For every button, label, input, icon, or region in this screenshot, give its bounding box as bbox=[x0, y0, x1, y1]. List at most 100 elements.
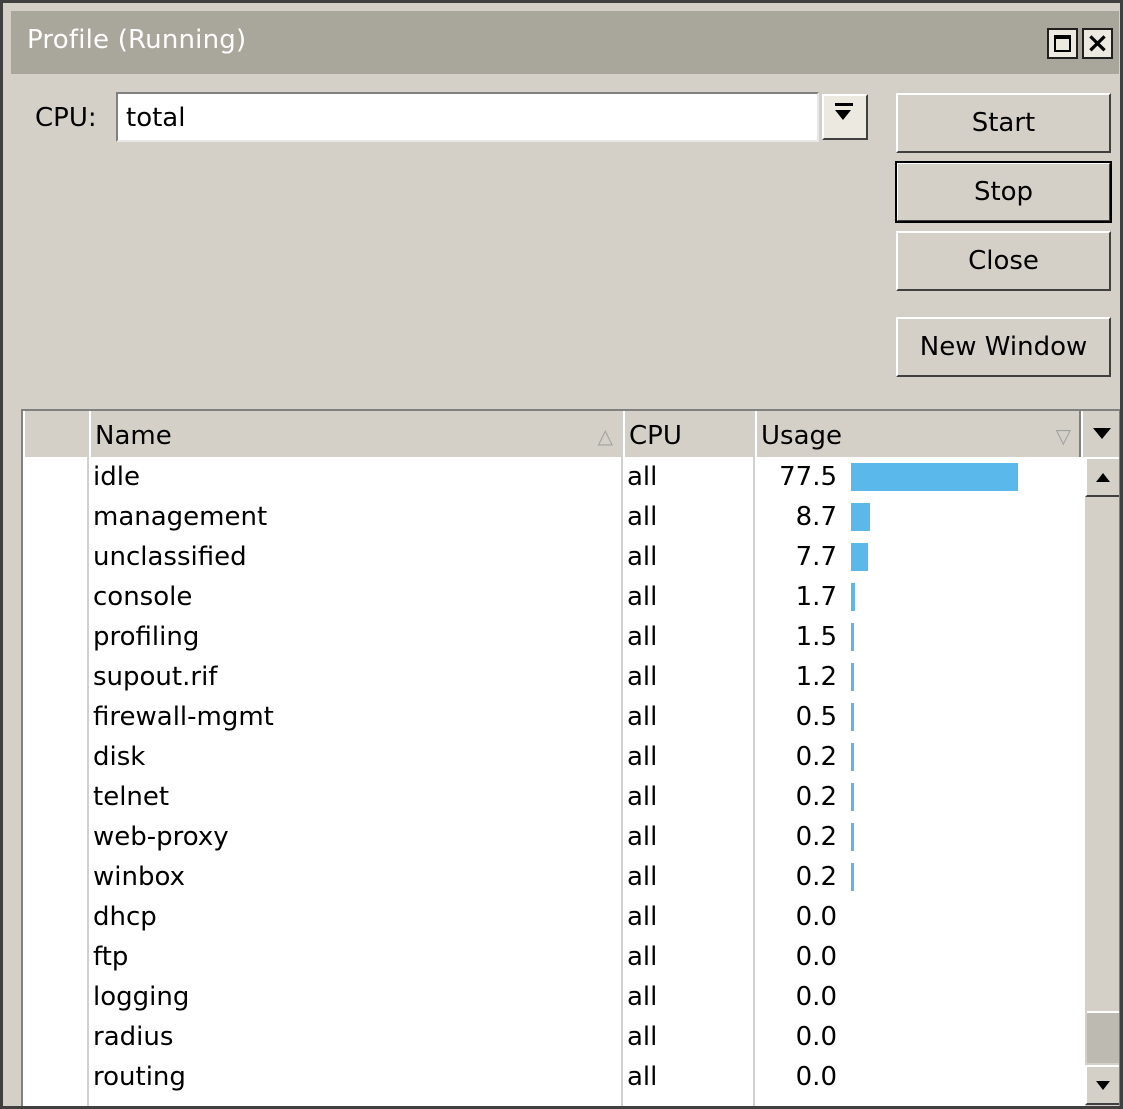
scroll-up-button[interactable] bbox=[1085, 457, 1119, 497]
scroll-down-button[interactable] bbox=[1085, 1065, 1119, 1105]
table-row[interactable]: routing all 0.0 bbox=[23, 1057, 1081, 1097]
profile-table: Name △ CPU Usage ▽ idle all 77.5 management… bbox=[21, 409, 1120, 1106]
maximize-button[interactable] bbox=[1047, 28, 1078, 59]
row-cpu: all bbox=[627, 582, 658, 612]
usage-bar bbox=[851, 543, 868, 571]
row-name: radius bbox=[93, 1022, 174, 1052]
row-usage: 0.0 bbox=[795, 902, 837, 932]
row-usage: 1.2 bbox=[795, 662, 837, 692]
cpu-select-field[interactable]: total bbox=[116, 92, 819, 142]
arrow-down-icon bbox=[1096, 1081, 1110, 1090]
row-name: profiling bbox=[93, 622, 200, 652]
row-name: winbox bbox=[93, 862, 185, 892]
profile-window: Profile (Running) × CPU: total Start Sto… bbox=[0, 0, 1123, 1109]
sort-asc-icon: △ bbox=[597, 424, 613, 448]
usage-bar bbox=[851, 823, 854, 851]
table-row[interactable]: dhcp all 0.0 bbox=[23, 897, 1081, 937]
table-row[interactable]: logging all 0.0 bbox=[23, 977, 1081, 1017]
table-row[interactable]: web-proxy all 0.2 bbox=[23, 817, 1081, 857]
table-body: idle all 77.5 management all 8.7 unclassified a… bbox=[23, 457, 1081, 1097]
table-row[interactable]: idle all 77.5 bbox=[23, 457, 1081, 497]
row-name: supout.rif bbox=[93, 662, 218, 692]
column-header-usage[interactable]: Usage ▽ bbox=[755, 411, 1081, 457]
row-cpu: all bbox=[627, 1062, 658, 1092]
cpu-select-value: total bbox=[126, 103, 186, 133]
start-button[interactable]: Start bbox=[896, 93, 1111, 153]
cpu-dropdown-button[interactable] bbox=[822, 94, 868, 140]
usage-bar bbox=[851, 463, 1018, 491]
row-name: idle bbox=[93, 462, 140, 492]
row-cpu: all bbox=[627, 902, 658, 932]
dropdown-arrow-icon bbox=[835, 110, 851, 120]
column-menu-button[interactable] bbox=[1081, 411, 1119, 457]
table-row[interactable]: disk all 0.2 bbox=[23, 737, 1081, 777]
row-name: dhcp bbox=[93, 902, 157, 932]
row-usage: 1.7 bbox=[795, 582, 837, 612]
row-cpu: all bbox=[627, 662, 658, 692]
row-cpu: all bbox=[627, 982, 658, 1012]
row-usage: 0.2 bbox=[795, 822, 837, 852]
row-name: disk bbox=[93, 742, 146, 772]
row-usage: 0.2 bbox=[795, 742, 837, 772]
row-cpu: all bbox=[627, 742, 658, 772]
new-window-button[interactable]: New Window bbox=[896, 317, 1111, 377]
arrow-up-icon bbox=[1096, 473, 1110, 482]
dropdown-bar-icon bbox=[835, 103, 853, 106]
usage-bar bbox=[851, 663, 854, 691]
row-name: ftp bbox=[93, 942, 129, 972]
usage-bar bbox=[851, 623, 854, 651]
table-row[interactable]: supout.rif all 1.2 bbox=[23, 657, 1081, 697]
usage-bar bbox=[851, 743, 854, 771]
usage-bar bbox=[851, 703, 854, 731]
column-header-cpu[interactable]: CPU bbox=[623, 411, 755, 457]
row-name: routing bbox=[93, 1062, 186, 1092]
maximize-icon bbox=[1054, 35, 1071, 52]
close-window-button[interactable]: × bbox=[1082, 26, 1113, 59]
window-title: Profile (Running) bbox=[27, 25, 247, 55]
table-row[interactable]: ftp all 0.0 bbox=[23, 937, 1081, 977]
table-row[interactable]: profiling all 1.5 bbox=[23, 617, 1081, 657]
table-row[interactable]: telnet all 0.2 bbox=[23, 777, 1081, 817]
usage-bar bbox=[851, 863, 854, 891]
table-row[interactable]: console all 1.7 bbox=[23, 577, 1081, 617]
table-row[interactable]: unclassified all 7.7 bbox=[23, 537, 1081, 577]
header-blank[interactable] bbox=[23, 411, 89, 457]
title-bar[interactable]: Profile (Running) × bbox=[11, 11, 1119, 74]
close-button[interactable]: Close bbox=[896, 231, 1111, 291]
column-header-name[interactable]: Name △ bbox=[89, 411, 623, 457]
row-usage: 0.0 bbox=[795, 1062, 837, 1092]
row-name: console bbox=[93, 582, 193, 612]
row-cpu: all bbox=[627, 542, 658, 572]
column-header-name-label: Name bbox=[95, 421, 172, 451]
table-row[interactable]: winbox all 0.2 bbox=[23, 857, 1081, 897]
row-usage: 8.7 bbox=[795, 502, 837, 532]
column-header-cpu-label: CPU bbox=[629, 421, 682, 451]
table-header: Name △ CPU Usage ▽ bbox=[23, 411, 1083, 457]
row-name: telnet bbox=[93, 782, 170, 812]
table-row[interactable]: firewall-mgmt all 0.5 bbox=[23, 697, 1081, 737]
table-row[interactable]: radius all 0.0 bbox=[23, 1017, 1081, 1057]
row-cpu: all bbox=[627, 822, 658, 852]
row-cpu: all bbox=[627, 622, 658, 652]
scroll-thumb[interactable] bbox=[1087, 1011, 1119, 1063]
row-name: logging bbox=[93, 982, 190, 1012]
stop-button[interactable]: Stop bbox=[895, 161, 1112, 223]
chevron-down-icon bbox=[1093, 428, 1111, 439]
column-header-usage-label: Usage bbox=[761, 421, 843, 451]
sort-desc-icon: ▽ bbox=[1055, 424, 1071, 448]
row-usage: 77.5 bbox=[779, 462, 837, 492]
usage-bar bbox=[851, 503, 870, 531]
row-cpu: all bbox=[627, 462, 658, 492]
row-name: unclassified bbox=[93, 542, 247, 572]
row-name: firewall-mgmt bbox=[93, 702, 274, 732]
row-usage: 1.5 bbox=[795, 622, 837, 652]
row-usage: 0.0 bbox=[795, 942, 837, 972]
vertical-scrollbar[interactable] bbox=[1083, 457, 1119, 1106]
close-icon: × bbox=[1085, 26, 1110, 59]
row-cpu: all bbox=[627, 502, 658, 532]
table-row[interactable]: management all 8.7 bbox=[23, 497, 1081, 537]
row-usage: 0.2 bbox=[795, 862, 837, 892]
row-usage: 0.2 bbox=[795, 782, 837, 812]
row-name: management bbox=[93, 502, 268, 532]
row-cpu: all bbox=[627, 782, 658, 812]
